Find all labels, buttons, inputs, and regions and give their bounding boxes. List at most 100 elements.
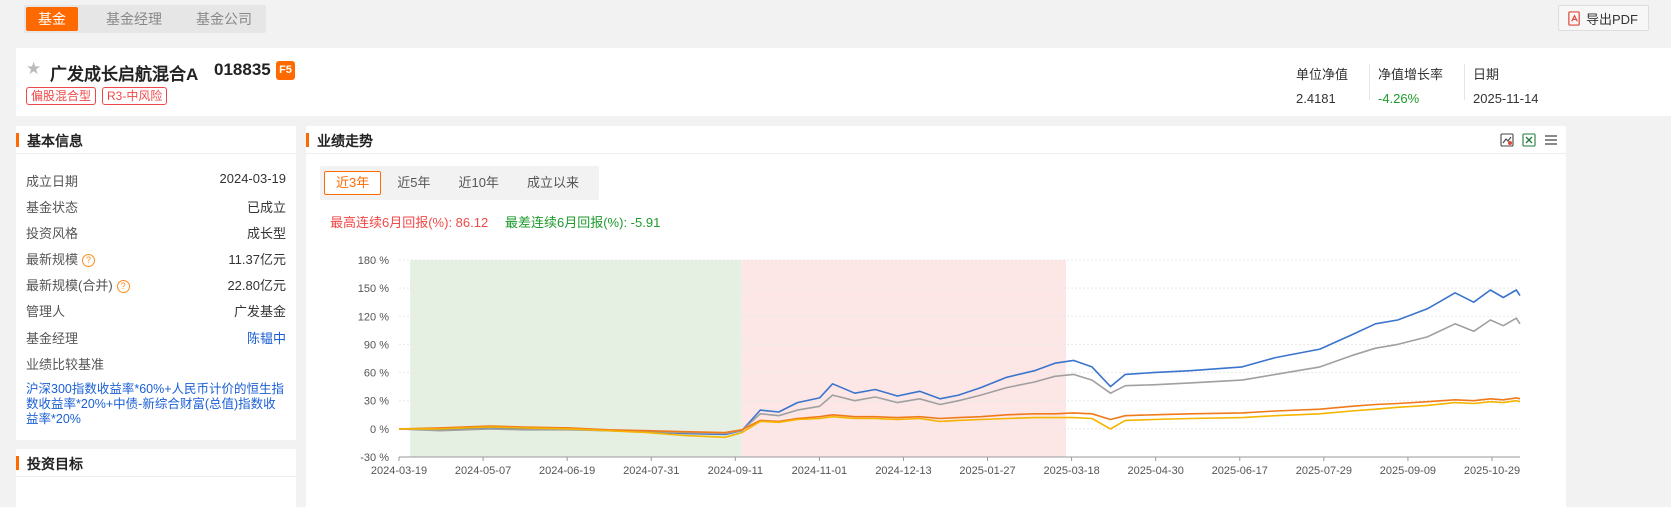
y-tick-label: 150 % — [358, 283, 389, 295]
excel-export-icon[interactable] — [1522, 133, 1536, 147]
x-tick-label: 2024-05-07 — [455, 465, 511, 477]
f5-badge: F5 — [276, 61, 295, 80]
x-tick-label: 2024-09-11 — [708, 465, 763, 477]
info-row-latest-size: 最新规模? 11.37亿元 — [26, 249, 286, 269]
worst-6m-return: 最差连续6月回报(%): -5.91 — [505, 215, 661, 230]
x-tick-label: 2025-07-29 — [1296, 465, 1352, 477]
list-icon[interactable] — [1544, 133, 1558, 147]
metric-divider — [1464, 64, 1465, 100]
info-row-status: 基金状态 已成立 — [26, 197, 286, 217]
risk-level-tag: R3-中风险 — [102, 87, 168, 105]
metric-date: 日期 2025-11-14 — [1473, 64, 1539, 106]
y-tick-label: -30 % — [360, 452, 389, 464]
y-tick-label: 90 % — [364, 339, 389, 351]
section-header: 业绩走势 — [306, 126, 1566, 154]
x-tick-label: 2024-06-19 — [539, 465, 595, 477]
x-tick-label: 2025-01-27 — [959, 465, 1015, 477]
y-tick-label: 30 % — [364, 396, 389, 408]
x-tick-label: 2024-03-19 — [371, 465, 427, 477]
fund-manager-link[interactable]: 陈韫中 — [247, 328, 286, 347]
range-tab-10y[interactable]: 近10年 — [446, 171, 510, 195]
metric-nav: 单位净值 2.4181 — [1296, 64, 1348, 106]
section-accent-bar — [16, 456, 19, 470]
metric-value: -4.26% — [1378, 91, 1420, 106]
fund-code: 018835 — [214, 60, 271, 79]
best-6m-return: 最高连续6月回报(%): 86.12 — [330, 215, 489, 230]
info-row-manager-company: 管理人 广发基金 — [26, 301, 286, 321]
info-value: 22.80亿元 — [227, 278, 286, 293]
section-title: 投资目标 — [27, 456, 83, 472]
section-header: 基本信息 — [16, 126, 296, 154]
section-title: 业绩走势 — [317, 133, 373, 149]
metric-divider — [1369, 64, 1370, 100]
metric-label: 日期 — [1473, 67, 1500, 82]
tab-fund-manager[interactable]: 基金经理 — [94, 7, 174, 31]
metric-label: 净值增长率 — [1378, 67, 1444, 82]
invest-goal-panel: 投资目标 — [16, 449, 296, 507]
entity-tabs: 基金 基金经理 基金公司 — [24, 5, 266, 33]
x-tick-label: 2024-11-01 — [792, 465, 847, 477]
star-icon[interactable]: ★ — [26, 59, 41, 79]
benchmark-link[interactable]: 沪深300指数收益率*60%+人民币计价的恒生指数收益率*20%+中债-新综合财… — [26, 382, 288, 427]
y-tick-label: 60 % — [364, 368, 389, 380]
tab-fund[interactable]: 基金 — [26, 7, 78, 31]
range-tab-since-inception[interactable]: 成立以来 — [515, 171, 591, 195]
info-key: 基金状态 — [26, 200, 79, 215]
info-value: 广发基金 — [233, 304, 286, 319]
x-tick-label: 2025-06-17 — [1212, 465, 1268, 477]
x-tick-label: 2025-04-30 — [1128, 465, 1184, 477]
info-row-fund-manager: 基金经理 陈韫中 — [26, 328, 286, 348]
chart-toolbar — [1500, 133, 1558, 147]
tab-fund-company[interactable]: 基金公司 — [184, 7, 264, 31]
info-value: 2024-03-19 — [219, 171, 287, 186]
info-key: 最新规模? — [26, 249, 96, 268]
info-key: 成立日期 — [26, 174, 79, 189]
fund-header: ★ 广发成长启航混合A 018835 F5 偏股混合型 R3-中风险 单位净值 … — [16, 48, 1671, 116]
x-tick-label: 2025-09-09 — [1380, 465, 1436, 477]
section-header: 投资目标 — [16, 449, 296, 477]
range-tab-5y[interactable]: 近5年 — [385, 171, 442, 195]
x-tick-label: 2024-07-31 — [623, 465, 679, 477]
info-row-style: 投资风格 成长型 — [26, 223, 286, 243]
x-tick-label: 2024-12-13 — [875, 465, 931, 477]
pdf-icon — [1568, 10, 1580, 26]
help-icon[interactable]: ? — [82, 254, 96, 267]
range-tab-3y[interactable]: 近3年 — [324, 171, 382, 195]
metric-label: 单位净值 — [1296, 67, 1349, 82]
info-value: 已成立 — [246, 200, 286, 215]
metric-value: 2025-11-14 — [1473, 91, 1539, 106]
info-key-text: 最新规模 — [26, 252, 79, 267]
top-bar: 基金 基金经理 基金公司 导出PDF — [0, 0, 1671, 40]
chart-image-icon[interactable] — [1500, 133, 1514, 147]
info-value: 成长型 — [246, 226, 286, 241]
help-icon[interactable]: ? — [116, 280, 130, 293]
section-accent-bar — [16, 133, 19, 147]
metric-value: 2.4181 — [1296, 91, 1336, 106]
metric-growth-rate: 净值增长率 -4.26% — [1378, 64, 1443, 106]
info-key: 管理人 — [26, 304, 66, 319]
fund-name: 广发成长启航混合A — [50, 65, 199, 84]
fund-type-tag: 偏股混合型 — [26, 87, 97, 105]
info-key: 投资风格 — [26, 226, 79, 241]
info-row-latest-size-combined: 最新规模(合并)? 22.80亿元 — [26, 275, 286, 295]
info-key-text: 最新规模(合并) — [26, 278, 113, 293]
section-title: 基本信息 — [27, 133, 83, 149]
basic-info-panel: 基本信息 成立日期 2024-03-19 基金状态 已成立 投资风格 成长型 最… — [16, 126, 296, 440]
y-tick-label: 0 % — [370, 424, 389, 436]
info-row-benchmark: 业绩比较基准 — [26, 354, 286, 374]
y-tick-label: 120 % — [358, 311, 389, 323]
range-tabs: 近3年 近5年 近10年 成立以来 — [320, 166, 599, 200]
x-tick-label: 2025-10-29 — [1464, 465, 1520, 477]
performance-chart: 180 %150 %120 %90 %60 %30 %0 %-30 %2024-… — [358, 255, 1521, 477]
export-pdf-label: 导出PDF — [1585, 11, 1638, 27]
x-tick-label: 2025-03-18 — [1043, 465, 1099, 477]
info-row-inception-date: 成立日期 2024-03-19 — [26, 171, 286, 191]
performance-panel: 业绩走势 近3年 近5年 近10年 成立以来 最高连续6月回报(%): 86.1… — [306, 126, 1566, 507]
section-accent-bar — [306, 133, 309, 147]
info-value: 11.37亿元 — [228, 252, 286, 267]
info-key: 业绩比较基准 — [26, 357, 105, 372]
y-tick-label: 180 % — [358, 255, 389, 267]
info-key: 基金经理 — [26, 331, 79, 346]
export-pdf-button[interactable]: 导出PDF — [1557, 5, 1649, 31]
shaded-period — [741, 260, 1067, 457]
